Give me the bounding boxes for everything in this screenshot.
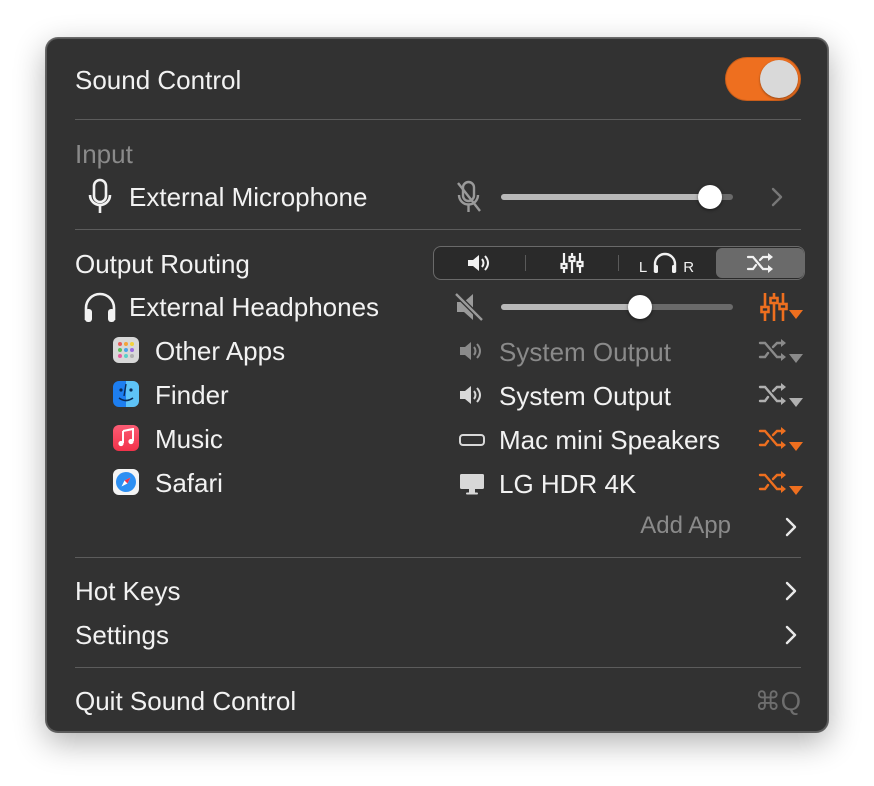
speaker-muted-icon[interactable] [451, 289, 487, 325]
mac-mini-icon [457, 429, 487, 451]
toggle-knob [760, 60, 798, 98]
app-target-safari[interactable]: LG HDR 4K [499, 469, 636, 499]
app-name-safari: Safari [155, 468, 223, 498]
divider [75, 229, 801, 230]
output-mode-segmented-control[interactable]: L R [433, 246, 805, 280]
chevron-right-icon[interactable] [779, 513, 803, 541]
input-volume-thumb[interactable] [697, 185, 722, 209]
app-target-music[interactable]: Mac mini Speakers [499, 425, 720, 455]
app-name-music: Music [155, 424, 223, 454]
app-target-other-apps[interactable]: System Output [499, 337, 671, 367]
safari-icon [113, 469, 139, 495]
sound-control-panel: Sound Control Input External Microphone … [46, 38, 828, 732]
divider [75, 667, 801, 668]
sound-control-toggle[interactable] [725, 57, 801, 101]
tab-balance[interactable]: L R [619, 247, 714, 279]
chevron-right-icon[interactable] [765, 183, 789, 211]
headphones-balance-icon [652, 252, 678, 274]
display-icon [457, 471, 487, 497]
output-volume-fill [501, 304, 641, 310]
equalizer-icon [559, 251, 584, 275]
app-name-other-apps: Other Apps [155, 336, 286, 366]
input-volume-slider[interactable] [501, 185, 733, 209]
headphones-icon [81, 289, 119, 325]
tab-volume[interactable] [434, 247, 524, 279]
add-app-button[interactable]: Add App [640, 511, 731, 541]
output-volume-thumb[interactable] [628, 295, 653, 319]
quit-menu-item[interactable]: Quit Sound Control [75, 686, 296, 716]
other-apps-icon [113, 337, 139, 363]
input-device-name[interactable]: External Microphone [129, 182, 367, 212]
output-volume-slider[interactable] [501, 295, 733, 319]
music-icon [113, 425, 139, 451]
tab-routing[interactable] [716, 248, 804, 278]
settings-menu-item[interactable]: Settings [75, 620, 169, 650]
routing-menu-icon[interactable] [757, 469, 807, 501]
chevron-right-icon[interactable] [779, 577, 803, 605]
chevron-right-icon[interactable] [779, 621, 803, 649]
app-target-finder[interactable]: System Output [499, 381, 671, 411]
input-volume-fill [501, 194, 710, 200]
equalizer-menu-icon[interactable] [759, 289, 807, 325]
app-name-finder: Finder [155, 380, 229, 410]
finder-icon [113, 381, 139, 407]
output-device-name[interactable]: External Headphones [129, 292, 379, 322]
routing-menu-icon[interactable] [757, 337, 807, 369]
divider [75, 119, 801, 120]
panel-title: Sound Control [75, 65, 242, 95]
output-section-label: Output Routing [75, 249, 250, 279]
routing-menu-icon[interactable] [757, 381, 807, 413]
speaker-icon [457, 339, 487, 363]
balance-right-label: R [683, 258, 695, 276]
hot-keys-menu-item[interactable]: Hot Keys [75, 576, 181, 606]
routing-menu-icon[interactable] [757, 425, 807, 457]
balance-left-label: L [638, 258, 648, 276]
microphone-muted-icon[interactable] [451, 179, 487, 215]
quit-shortcut: ⌘Q [754, 686, 801, 716]
microphone-icon [85, 177, 115, 217]
tab-equalizer[interactable] [526, 247, 617, 279]
speaker-icon [457, 383, 487, 407]
divider [75, 557, 801, 558]
shuffle-routing-icon [746, 252, 774, 274]
input-section-label: Input [75, 139, 133, 169]
speaker-icon [466, 252, 492, 274]
